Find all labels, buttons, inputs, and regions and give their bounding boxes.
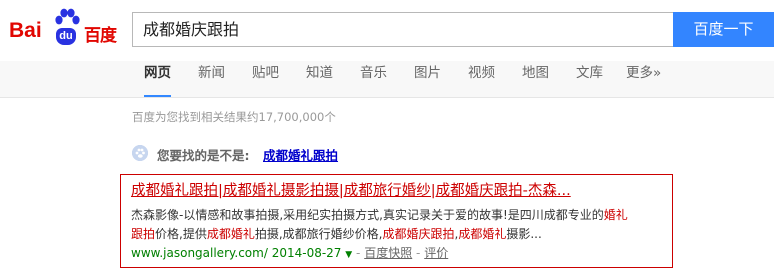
tab-map[interactable]: 地图 <box>522 61 549 97</box>
header: Bai du 百度 百度一下 <box>0 0 774 61</box>
dropdown-arrow-icon[interactable]: ▼ <box>345 250 352 260</box>
abstract-text: 拍摄,成都旅行婚纱价格, <box>254 227 383 241</box>
separator: - <box>356 246 361 260</box>
result-date: 2014-08-27 <box>271 246 342 260</box>
result-meta: www.jasongallery.com/ 2014-08-27 ▼ - 百度快… <box>131 244 448 261</box>
snapshot-link[interactable]: 百度快照 <box>364 246 412 260</box>
baidu-logo[interactable]: Bai du 百度 <box>9 8 119 48</box>
suggestion-link[interactable]: 成都婚礼跟拍 <box>263 145 338 164</box>
tab-music[interactable]: 音乐 <box>360 61 387 97</box>
logo-badge: du <box>56 28 76 45</box>
review-link[interactable]: 评价 <box>424 246 448 260</box>
result-abstract: 杰森影像-以情感和故事拍摄,采用纪实拍摄方式,真实记录关于爱的故事!是四川成都专… <box>131 206 672 244</box>
paw-icon <box>55 8 80 25</box>
abstract-highlight: 成都婚礼 <box>458 227 507 241</box>
suggestion-label: 您要找的是不是: <box>157 148 250 163</box>
tab-more[interactable]: 更多» <box>626 61 661 97</box>
logo-cn-text: 百度 <box>84 26 117 46</box>
result-url: www.jasongallery.com/ <box>131 246 268 260</box>
abstract-highlight: 婚礼 <box>603 208 628 222</box>
abstract-text: 摄影... <box>506 227 542 241</box>
result-count: 百度为您找到相关结果约17,700,000个 <box>132 110 336 124</box>
tab-zhidao[interactable]: 知道 <box>306 61 333 97</box>
abstract-text: 价格,提供 <box>155 227 207 241</box>
tab-video[interactable]: 视频 <box>468 61 495 97</box>
search-input[interactable] <box>143 13 663 46</box>
abstract-highlight: 跟拍 <box>131 227 156 241</box>
abstract-highlight: 成都婚庆跟拍 <box>382 227 455 241</box>
search-button[interactable]: 百度一下 <box>673 12 774 47</box>
tab-images[interactable]: 图片 <box>414 61 441 97</box>
tab-news[interactable]: 新闻 <box>198 61 225 97</box>
result-title-link[interactable]: 成都婚礼跟拍|成都婚礼摄影拍摄|成都旅行婚纱|成都婚庆跟拍-杰森... <box>131 179 571 200</box>
abstract-text: 杰森影像-以情感和故事拍摄,采用纪实拍摄方式,真实记录关于爱的故事!是四川成都专… <box>131 208 604 222</box>
paw-icon <box>132 145 148 161</box>
search-result: 成都婚礼跟拍|成都婚礼摄影拍摄|成都旅行婚纱|成都婚庆跟拍-杰森... 杰森影像… <box>120 174 673 268</box>
separator: - <box>416 246 421 260</box>
logo-text: Bai <box>9 19 42 42</box>
tab-wenku[interactable]: 文库 <box>576 61 603 97</box>
nav-tabs: 网页 新闻 贴吧 知道 音乐 图片 视频 地图 文库 更多» <box>0 61 774 98</box>
tab-tieba[interactable]: 贴吧 <box>252 61 279 97</box>
tab-web[interactable]: 网页 <box>144 61 171 97</box>
search-box <box>132 12 673 47</box>
abstract-highlight: 成都婚礼 <box>206 227 255 241</box>
